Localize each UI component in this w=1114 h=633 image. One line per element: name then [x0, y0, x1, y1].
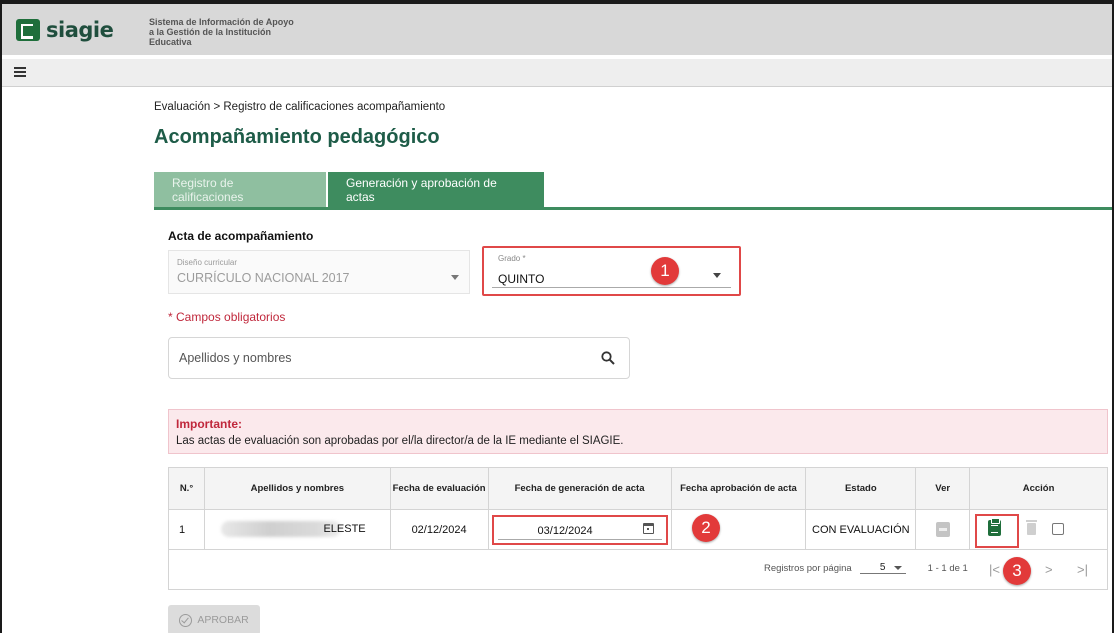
- row-accion-cell: [969, 509, 1108, 550]
- menu-bar: [2, 59, 1112, 87]
- first-page-icon[interactable]: |<: [989, 562, 1000, 577]
- required-fields-note: * Campos obligatorios: [168, 310, 286, 324]
- app-frame: siagie Sistema de Información de Apoyo a…: [0, 0, 1114, 633]
- diseno-curricular-value: CURRÍCULO NACIONAL 2017: [177, 271, 350, 285]
- hamburger-menu-icon[interactable]: [14, 67, 26, 77]
- chevron-down-icon: [451, 275, 459, 280]
- row-estado: CON EVALUACIÓN: [805, 509, 917, 550]
- top-header: siagie Sistema de Información de Apoyo a…: [2, 0, 1112, 55]
- row-num: 1: [168, 509, 205, 550]
- table-header-row: N.° Apellidos y nombres Fecha de evaluac…: [168, 467, 1108, 510]
- pagination: Registros por página 5 1 - 1 de 1: [764, 562, 968, 574]
- row-ver-cell: [915, 509, 971, 550]
- alert-title: Importante:: [176, 417, 242, 431]
- tab-underline: [154, 207, 1112, 210]
- aprobar-button[interactable]: APROBAR: [168, 605, 260, 633]
- pdf-icon[interactable]: [935, 522, 950, 537]
- tab-bar: Registro de calificaciones Generación y …: [154, 172, 544, 208]
- row-checkbox[interactable]: [1052, 523, 1065, 535]
- fecha-generacion-value: 03/12/2024: [537, 524, 593, 537]
- per-page-select[interactable]: 5: [859, 562, 906, 574]
- header-ver: Ver: [915, 467, 971, 510]
- search-input[interactable]: [179, 348, 579, 368]
- siagie-logo-icon: [16, 19, 40, 41]
- app-tagline: Sistema de Información de Apoyo a la Ges…: [149, 17, 294, 47]
- tab-registro-calificaciones[interactable]: Registro de calificaciones: [154, 172, 326, 208]
- diseno-curricular-select[interactable]: Diseño curricular CURRÍCULO NACIONAL 201…: [168, 250, 470, 294]
- header-fecha-evaluacion: Fecha de evaluación: [389, 467, 489, 510]
- alert-text: Las actas de evaluación son aprobadas po…: [176, 435, 624, 447]
- siagie-logo[interactable]: siagie: [16, 18, 114, 42]
- diseno-curricular-label: Diseño curricular: [177, 258, 238, 267]
- calendar-icon[interactable]: [642, 522, 654, 534]
- tab-generacion-aprobacion-actas[interactable]: Generación y aprobación de actas: [328, 172, 544, 208]
- header-fecha-generacion: Fecha de generación de acta: [487, 467, 672, 510]
- chevron-down-icon: [713, 273, 721, 278]
- aprobar-label: APROBAR: [197, 614, 249, 626]
- header-accion: Acción: [969, 467, 1108, 510]
- grado-label: Grado *: [498, 254, 526, 263]
- callout-badge-2: 2: [692, 514, 720, 542]
- fecha-generacion-picker[interactable]: 03/12/2024: [491, 514, 668, 545]
- trash-icon[interactable]: [1026, 520, 1038, 535]
- check-circle-icon: [179, 613, 193, 627]
- grado-select[interactable]: Grado * QUINTO: [482, 246, 741, 296]
- callout-badge-3: 3: [1003, 557, 1031, 585]
- header-fecha-aprobacion: Fecha aprobación de acta: [670, 467, 807, 510]
- grado-value: QUINTO: [498, 272, 545, 286]
- pagination-row: Registros por página 5 1 - 1 de 1 |< > >…: [168, 549, 1108, 590]
- row-fecha-evaluacion: 02/12/2024: [389, 509, 489, 550]
- row-fecha-generacion-cell: 03/12/2024: [487, 509, 672, 550]
- header-nombres: Apellidos y nombres: [203, 467, 391, 510]
- last-page-icon[interactable]: >|: [1077, 562, 1088, 577]
- pagination-range: 1 - 1 de 1: [927, 562, 968, 574]
- header-estado: Estado: [805, 467, 917, 510]
- next-page-icon[interactable]: >: [1045, 562, 1053, 577]
- row-name-cell: ELESTE: [203, 509, 391, 550]
- clipboard-generate-icon[interactable]: [988, 518, 1002, 536]
- brand-name: siagie: [46, 18, 114, 42]
- per-page-label: Registros por página: [764, 562, 852, 574]
- search-icon[interactable]: [601, 351, 615, 365]
- page-title: Acompañamiento pedagógico: [154, 126, 440, 148]
- search-box: [168, 337, 630, 379]
- breadcrumb: Evaluación > Registro de calificaciones …: [154, 101, 446, 113]
- grado-underline: [492, 287, 731, 288]
- row-name: ELESTE: [323, 523, 366, 535]
- section-title: Acta de acompañamiento: [168, 229, 314, 243]
- important-alert: Importante: Las actas de evaluación son …: [168, 409, 1108, 454]
- actas-table: N.° Apellidos y nombres Fecha de evaluac…: [168, 467, 1108, 590]
- pagination-cell: Registros por página 5 1 - 1 de 1 |< > >…: [168, 549, 1108, 590]
- callout-badge-1: 1: [651, 257, 679, 285]
- header-num: N.°: [168, 467, 205, 510]
- table-row: 1 ELESTE 02/12/2024 03/12/2024 CON EVALU…: [168, 509, 1108, 550]
